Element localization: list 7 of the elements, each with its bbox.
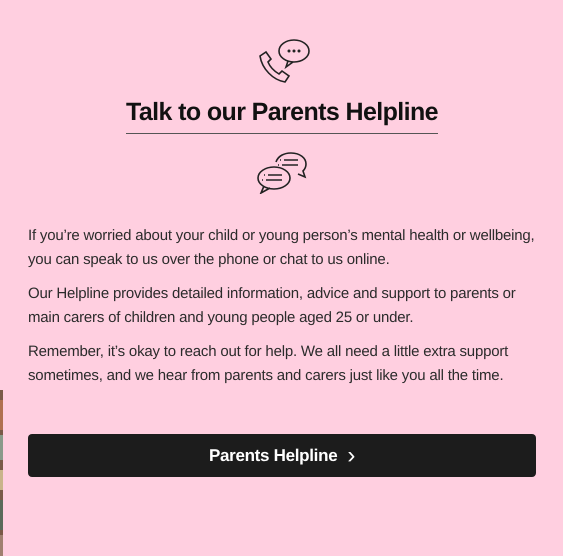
chat-bubbles-icon [254,152,310,194]
paragraph: Our Helpline provides detailed information, advice and support to parents or main carers of children and young people aged 25 or under. [28,284,517,328]
paragraph: Remember, it’s okay to reach out for help. We all need a little extra support sometimes, and we hear from parents and carers just like you all the time. [28,342,510,386]
heading: Talk to our Parents Helpline [126,98,438,134]
chevron-icon: › [347,444,356,468]
paragraph: If you’re worried about your child or young person’s mental health or wellbeing, you can speak to us over the phone or chat to us online. [28,226,536,270]
helpline-button[interactable]: Parents Helpline › [28,434,536,477]
